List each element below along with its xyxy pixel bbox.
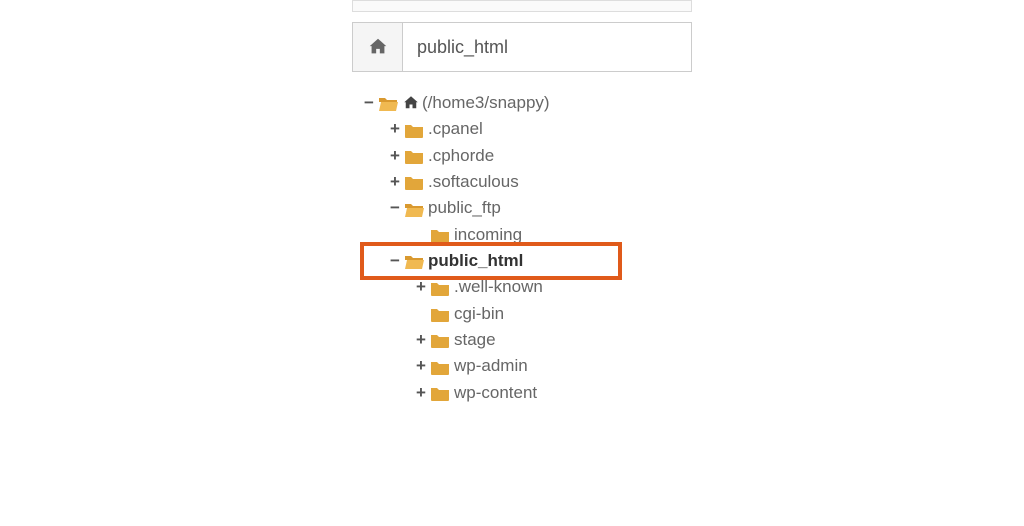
collapse-icon[interactable]: − [388,195,402,221]
home-icon [402,94,420,112]
directory-tree: − (/home3/snappy) + .cpanel + .cphorde +… [352,90,692,406]
tree-node-cgi-bin[interactable]: + cgi-bin [362,301,692,327]
folder-icon [430,306,450,322]
expand-icon[interactable]: + [388,143,402,169]
tree-node-label: public_ftp [428,195,501,221]
tree-node-label: public_html [428,248,523,274]
folder-icon [404,174,424,190]
tree-root[interactable]: − (/home3/snappy) [362,90,692,116]
expand-icon[interactable]: + [388,169,402,195]
folder-icon [430,385,450,401]
folder-icon [430,280,450,296]
tree-node-public-html[interactable]: − public_html [362,248,692,274]
collapse-icon[interactable]: − [362,90,376,116]
collapse-icon[interactable]: − [388,248,402,274]
tree-node-label: (/home3/snappy) [422,90,550,116]
tree-node-label: wp-admin [454,353,528,379]
tree-node-label: .well-known [454,274,543,300]
tree-node-label: stage [454,327,496,353]
folder-open-icon [404,253,424,269]
tree-node-softaculous[interactable]: + .softaculous [362,169,692,195]
folder-icon [404,122,424,138]
tree-node-wp-admin[interactable]: + wp-admin [362,353,692,379]
tree-node-incoming[interactable]: + incoming [362,222,692,248]
tree-node-label: incoming [454,222,522,248]
expand-icon[interactable]: + [388,116,402,142]
file-tree-panel: public_html − (/home3/snappy) + .cpanel … [352,0,692,406]
folder-icon [430,227,450,243]
tree-node-well-known[interactable]: + .well-known [362,274,692,300]
tree-node-label: wp-content [454,380,537,406]
breadcrumb: public_html [352,22,692,72]
expand-icon[interactable]: + [414,274,428,300]
tree-node-public-ftp[interactable]: − public_ftp [362,195,692,221]
tree-node-cphorde[interactable]: + .cphorde [362,143,692,169]
tree-node-label: .softaculous [428,169,519,195]
expand-icon[interactable]: + [414,327,428,353]
breadcrumb-path[interactable]: public_html [403,23,691,71]
folder-icon [430,359,450,375]
tree-node-label: .cphorde [428,143,494,169]
toolbar-placeholder [352,0,692,12]
folder-icon [404,148,424,164]
folder-open-icon [404,201,424,217]
breadcrumb-home-button[interactable] [353,23,403,71]
home-icon [367,36,389,58]
expand-icon[interactable]: + [414,353,428,379]
expand-icon[interactable]: + [414,380,428,406]
tree-node-wp-content[interactable]: + wp-content [362,380,692,406]
tree-node-stage[interactable]: + stage [362,327,692,353]
folder-icon [430,332,450,348]
tree-node-label: cgi-bin [454,301,504,327]
tree-node-cpanel[interactable]: + .cpanel [362,116,692,142]
folder-open-icon [378,95,398,111]
tree-node-label: .cpanel [428,116,483,142]
